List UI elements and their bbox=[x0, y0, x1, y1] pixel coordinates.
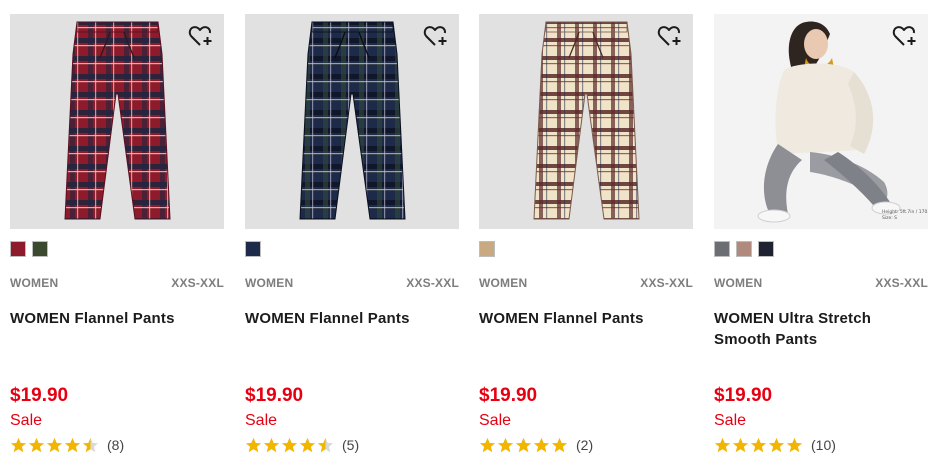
product-name[interactable]: WOMEN Flannel Pants bbox=[245, 308, 459, 329]
star-full-icon bbox=[515, 437, 532, 452]
star-rating bbox=[479, 437, 568, 454]
product-card[interactable]: WOMEN XXS-XXL WOMEN Flannel Pants $19.90… bbox=[245, 14, 459, 466]
size-range: XXS-XXL bbox=[171, 276, 224, 290]
svg-text:Size: S: Size: S bbox=[882, 215, 897, 221]
product-image[interactable] bbox=[245, 14, 459, 229]
color-swatches bbox=[10, 241, 48, 257]
sale-flag: Sale bbox=[10, 412, 43, 429]
add-to-wishlist-icon[interactable] bbox=[188, 24, 214, 48]
gender-label: WOMEN bbox=[714, 276, 763, 290]
color-swatch[interactable] bbox=[714, 241, 730, 257]
star-full-icon bbox=[551, 437, 568, 452]
product-name[interactable]: WOMEN Flannel Pants bbox=[479, 308, 693, 329]
size-range: XXS-XXL bbox=[406, 276, 459, 290]
star-full-icon bbox=[750, 437, 767, 452]
color-swatches bbox=[714, 241, 774, 257]
review-count: (5) bbox=[342, 437, 360, 453]
review-count: (10) bbox=[811, 437, 836, 453]
product-name[interactable]: WOMEN Ultra Stretch Smooth Pants bbox=[714, 308, 928, 350]
color-swatch[interactable] bbox=[479, 241, 495, 257]
star-full-icon bbox=[64, 437, 81, 452]
color-swatch[interactable] bbox=[10, 241, 26, 257]
product-rating[interactable]: (5) bbox=[245, 436, 359, 454]
product-rating[interactable]: (8) bbox=[10, 436, 124, 454]
star-full-icon bbox=[28, 437, 45, 452]
size-range: XXS-XXL bbox=[875, 276, 928, 290]
product-price: $19.90 bbox=[245, 385, 304, 406]
add-to-wishlist-icon[interactable] bbox=[892, 24, 918, 48]
star-full-icon bbox=[245, 437, 262, 452]
sale-flag: Sale bbox=[714, 412, 747, 429]
product-name[interactable]: WOMEN Flannel Pants bbox=[10, 308, 224, 329]
add-to-wishlist-icon[interactable] bbox=[423, 24, 449, 48]
product-meta: WOMEN XXS-XXL bbox=[714, 276, 928, 290]
product-meta: WOMEN XXS-XXL bbox=[479, 276, 693, 290]
star-full-icon bbox=[10, 437, 27, 452]
gender-label: WOMEN bbox=[245, 276, 294, 290]
star-rating bbox=[714, 437, 803, 454]
product-meta: WOMEN XXS-XXL bbox=[10, 276, 224, 290]
size-range: XXS-XXL bbox=[640, 276, 693, 290]
product-price: $19.90 bbox=[714, 385, 773, 406]
color-swatch[interactable] bbox=[32, 241, 48, 257]
color-swatches bbox=[245, 241, 261, 257]
product-card[interactable]: Height: 5ft.7in / 170.8cm Size: S WOMEN … bbox=[714, 14, 928, 466]
star-full-icon bbox=[768, 437, 785, 452]
star-half-icon bbox=[82, 437, 99, 452]
star-full-icon bbox=[46, 437, 63, 452]
star-half-icon bbox=[317, 437, 334, 452]
star-full-icon bbox=[497, 437, 514, 452]
product-card[interactable]: WOMEN XXS-XXL WOMEN Flannel Pants $19.90… bbox=[10, 14, 224, 466]
product-price: $19.90 bbox=[10, 385, 69, 406]
star-rating bbox=[10, 437, 99, 454]
color-swatches bbox=[479, 241, 495, 257]
product-image[interactable]: Height: 5ft.7in / 170.8cm Size: S bbox=[714, 14, 928, 229]
star-full-icon bbox=[479, 437, 496, 452]
product-rating[interactable]: (10) bbox=[714, 436, 836, 454]
star-full-icon bbox=[533, 437, 550, 452]
product-rating[interactable]: (2) bbox=[479, 436, 593, 454]
product-price: $19.90 bbox=[479, 385, 538, 406]
product-image[interactable] bbox=[479, 14, 693, 229]
product-card[interactable]: WOMEN XXS-XXL WOMEN Flannel Pants $19.90… bbox=[479, 14, 693, 466]
star-full-icon bbox=[263, 437, 280, 452]
review-count: (8) bbox=[107, 437, 125, 453]
star-rating bbox=[245, 437, 334, 454]
star-full-icon bbox=[786, 437, 803, 452]
star-full-icon bbox=[732, 437, 749, 452]
sale-flag: Sale bbox=[245, 412, 278, 429]
svg-text:Height: 5ft.7in / 170.8cm: Height: 5ft.7in / 170.8cm bbox=[882, 209, 928, 215]
color-swatch[interactable] bbox=[758, 241, 774, 257]
product-grid: WOMEN XXS-XXL WOMEN Flannel Pants $19.90… bbox=[10, 14, 930, 466]
add-to-wishlist-icon[interactable] bbox=[657, 24, 683, 48]
product-image[interactable] bbox=[10, 14, 224, 229]
color-swatch[interactable] bbox=[736, 241, 752, 257]
gender-label: WOMEN bbox=[10, 276, 59, 290]
color-swatch[interactable] bbox=[245, 241, 261, 257]
star-full-icon bbox=[299, 437, 316, 452]
product-meta: WOMEN XXS-XXL bbox=[245, 276, 459, 290]
gender-label: WOMEN bbox=[479, 276, 528, 290]
star-full-icon bbox=[281, 437, 298, 452]
review-count: (2) bbox=[576, 437, 594, 453]
sale-flag: Sale bbox=[479, 412, 512, 429]
star-full-icon bbox=[714, 437, 731, 452]
